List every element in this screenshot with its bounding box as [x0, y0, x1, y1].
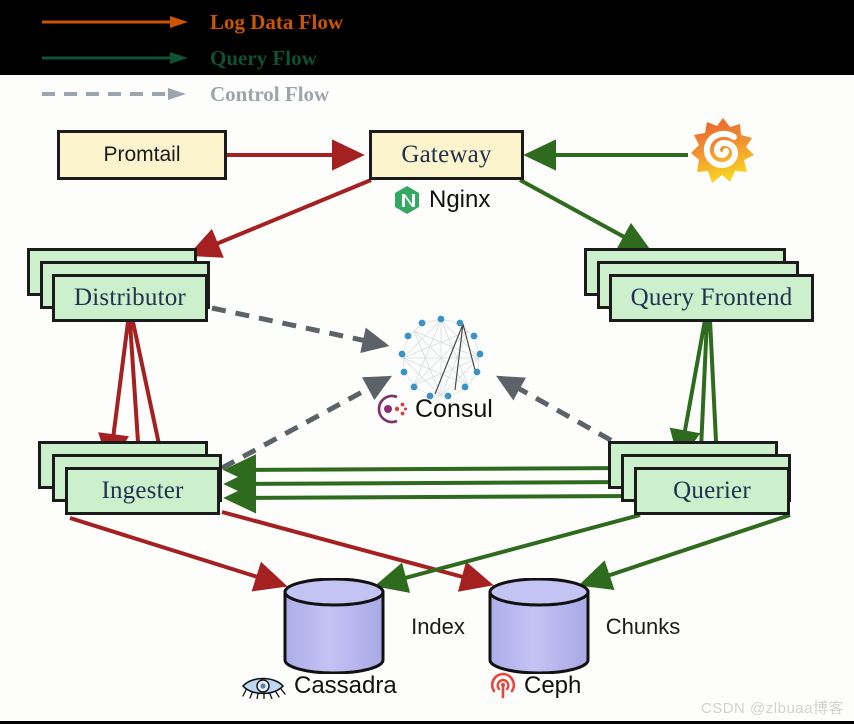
legend-item-control-flow: Control Flow	[42, 77, 329, 111]
legend-swatch-control-flow	[42, 87, 192, 101]
edge-ingester-to-chunks	[221, 510, 494, 592]
legend-swatch-query-flow	[42, 51, 192, 65]
nginx-icon	[395, 186, 419, 214]
legend-label-log-data-flow: Log Data Flow	[210, 9, 343, 34]
grafana-logo	[690, 115, 756, 187]
legend-swatch-log-data-flow	[42, 15, 192, 29]
node-chunks-label: Chunks	[605, 614, 681, 639]
node-query-frontend-label: Query Frontend	[630, 284, 793, 311]
edge-querier-to-index	[374, 513, 641, 593]
node-ingester-label: Ingester	[101, 477, 184, 504]
edge-ingester-to-consul	[220, 375, 392, 471]
caption-ceph-label: Ceph	[524, 672, 582, 699]
node-distributor-label: Distributor	[74, 284, 186, 311]
legend-item-query-flow: Query Flow	[42, 41, 317, 75]
caption-cassadra-label: Cassadra	[294, 672, 397, 699]
edge-distributor-to-consul	[211, 305, 390, 354]
node-index[interactable]: Index	[282, 577, 465, 675]
ceph-icon	[490, 672, 516, 699]
legend-label-query-flow: Query Flow	[210, 45, 317, 70]
diagram-canvas: Log Data Flow Query Flow Control Flow Pr…	[0, 0, 854, 724]
edge-ingester-to-index	[69, 516, 288, 592]
node-gateway[interactable]: Gateway	[369, 130, 524, 180]
node-index-label: Index	[411, 614, 465, 639]
node-query-frontend-front[interactable]: Query Frontend	[609, 274, 814, 322]
node-distributor-front[interactable]: Distributor	[52, 274, 208, 322]
caption-nginx: Nginx	[393, 185, 490, 215]
legend-item-log-data-flow: Log Data Flow	[42, 5, 343, 39]
watermark: CSDN @zlbuaa博客	[700, 700, 844, 717]
edge-querier-to-ingester	[223, 454, 635, 514]
cassandra-eye-icon	[241, 677, 286, 699]
caption-consul-label: Consul	[415, 394, 493, 423]
legend-label-control-flow: Control Flow	[210, 81, 330, 106]
edge-gateway-to-distributor	[187, 178, 372, 258]
node-gateway-label: Gateway	[401, 141, 492, 168]
node-querier-front[interactable]: Querier	[634, 467, 790, 515]
node-chunks[interactable]: Chunks	[487, 577, 680, 675]
node-ingester-front[interactable]: Ingester	[65, 467, 220, 515]
caption-cassadra: Cassadra	[240, 672, 397, 700]
caption-ceph: Ceph	[490, 672, 581, 700]
node-promtail-label: Promtail	[103, 143, 181, 166]
node-querier-label: Querier	[673, 477, 751, 504]
consul-network-graphic	[393, 310, 489, 406]
edge-querier-to-chunks	[578, 513, 791, 590]
node-promtail[interactable]: Promtail	[57, 130, 227, 180]
consul-icon	[377, 394, 407, 424]
caption-nginx-label: Nginx	[429, 186, 491, 213]
edge-gateway-to-query-frontend	[519, 178, 653, 253]
caption-consul: Consul	[375, 393, 493, 425]
